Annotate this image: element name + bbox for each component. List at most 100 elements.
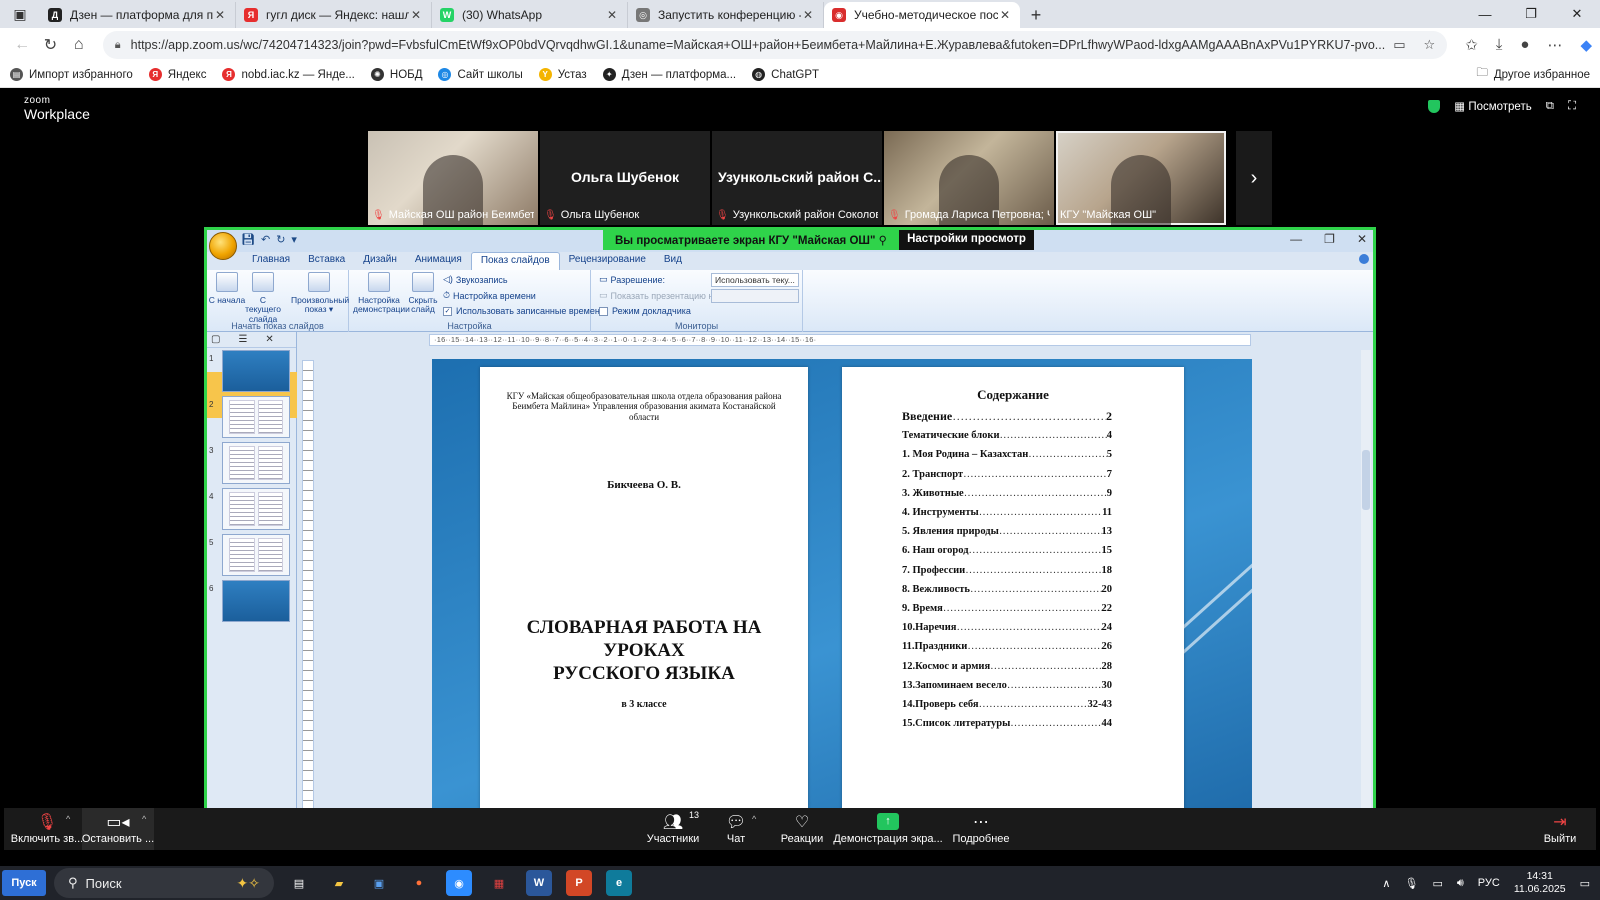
slide-thumbnail[interactable] xyxy=(222,396,290,438)
microphone-icon[interactable]: 🎙︎ xyxy=(1404,877,1418,890)
home-icon[interactable]: ⌂ xyxy=(65,31,93,59)
show-on-select[interactable] xyxy=(711,289,799,303)
new-tab-button[interactable]: + xyxy=(1020,2,1052,28)
help-icon[interactable] xyxy=(1359,254,1369,264)
ribbon-tab[interactable]: Рецензирование xyxy=(560,252,655,270)
save-icon[interactable]: 💾︎ xyxy=(241,233,255,246)
view-settings-button[interactable]: Настройки просмотр xyxy=(899,230,1034,250)
chat-button[interactable]: 💬︎ Чат xyxy=(716,808,756,850)
leave-button[interactable]: ⇥ Выйти xyxy=(1538,808,1582,850)
unmute-button[interactable]: 🎙︎ Включить зв... xyxy=(11,808,83,850)
network-icon[interactable]: ▭ xyxy=(1432,877,1442,890)
more-options-icon[interactable]: ⋯ xyxy=(1547,36,1562,54)
pp-close-icon[interactable]: ✕ xyxy=(1357,232,1367,246)
bookmark-item[interactable]: Яnobd.iac.kz — Янде... xyxy=(222,68,355,81)
copilot-icon[interactable]: ◆ xyxy=(1580,36,1592,54)
from-beginning-button[interactable]: С начала xyxy=(207,272,247,305)
tab-close-icon[interactable]: ✕ xyxy=(213,8,227,22)
powerpoint-icon[interactable]: P xyxy=(566,870,592,896)
file-explorer-icon[interactable]: ▰ xyxy=(326,870,352,896)
outline-tab-icon[interactable]: ☰ xyxy=(238,334,247,345)
notifications-icon[interactable]: ▭ xyxy=(1580,877,1590,890)
firefox-icon[interactable]: ● xyxy=(406,870,432,896)
custom-show-button[interactable]: Произвольный показ ▾ xyxy=(291,272,349,315)
hide-slide-button[interactable]: Скрыть слайд xyxy=(405,272,441,315)
setup-show-button[interactable]: Настройка демонстрации xyxy=(353,272,410,315)
start-button[interactable]: Пуск xyxy=(2,870,46,896)
screen-cast-icon[interactable]: ▭ xyxy=(1393,37,1405,53)
ribbon-tab[interactable]: Вид xyxy=(655,252,691,270)
bookmark-item[interactable]: ▤ Импорт избранного xyxy=(10,68,133,81)
video-options-caret-icon[interactable]: ^ xyxy=(142,814,146,824)
lock-icon[interactable]: 🔒︎ xyxy=(115,39,121,52)
bookmark-item[interactable]: Я Яндекс xyxy=(148,68,206,81)
back-icon[interactable]: ← xyxy=(8,31,36,59)
record-narration-button[interactable]: ◁) Звукозапись xyxy=(443,274,508,285)
view-button[interactable]: ▦ Посмотреть xyxy=(1454,99,1531,113)
slides-tab-icon[interactable]: ▢ xyxy=(211,334,220,345)
address-bar[interactable]: 🔒︎ https://app.zoom.us/wc/74204714323/jo… xyxy=(102,31,1448,59)
taskbar-search[interactable]: ⚲ Поиск ✦✧ xyxy=(54,868,274,898)
scrollbar-thumb[interactable] xyxy=(1362,450,1370,510)
store-icon[interactable]: ▣ xyxy=(366,870,392,896)
ribbon-tab[interactable]: Вставка xyxy=(299,252,354,270)
bookmark-item[interactable]: ◎ Сайт школы xyxy=(438,68,523,81)
share-screen-button[interactable]: ↑ Демонстрация экра... xyxy=(833,808,943,850)
participant-tile[interactable]: 🎙︎Майская ОШ район Беимбета ... xyxy=(368,131,538,225)
presenter-view-checkbox[interactable]: Режим докладчика xyxy=(599,306,691,316)
bookmark-item[interactable]: ◍ ChatGPT xyxy=(752,68,819,81)
word-icon[interactable]: W xyxy=(526,870,552,896)
vertical-scrollbar[interactable] xyxy=(1361,350,1371,846)
use-timings-checkbox[interactable]: ✓ Использовать записанные времена xyxy=(443,306,605,316)
language-indicator[interactable]: РУС xyxy=(1478,877,1500,889)
zoom-app-icon[interactable]: ◉ xyxy=(446,870,472,896)
encryption-shield-icon[interactable] xyxy=(1428,99,1441,113)
slide-thumbnail[interactable] xyxy=(222,442,290,484)
redo-icon[interactable]: ↻ xyxy=(276,233,285,246)
pp-restore-icon[interactable]: ❐ xyxy=(1324,232,1335,246)
slide-thumbnail[interactable] xyxy=(222,350,290,392)
favorites-icon[interactable]: ✩ xyxy=(1465,36,1478,54)
task-view-icon[interactable]: ▤ xyxy=(286,870,312,896)
reactions-button[interactable]: ♡ Реакции xyxy=(774,808,830,850)
gallery-next-icon[interactable]: › xyxy=(1236,131,1272,225)
mic-options-caret-icon[interactable]: ^ xyxy=(66,814,70,824)
slide-thumbnail[interactable] xyxy=(222,580,290,622)
pin-icon[interactable]: ⚲ xyxy=(879,235,887,247)
other-bookmarks[interactable]: 🗀 Другое избранное xyxy=(1476,65,1590,84)
undo-icon[interactable]: ↶ xyxy=(261,233,270,246)
tab-close-icon[interactable]: ✕ xyxy=(998,8,1012,22)
downloads-icon[interactable]: ⤓ xyxy=(1496,36,1503,54)
participant-tile[interactable]: КГУ "Майская ОШ" xyxy=(1056,131,1226,225)
rehearse-timings-button[interactable]: ⏱︎ Настройка времени xyxy=(443,290,536,301)
favorite-star-icon[interactable]: ☆ xyxy=(1424,37,1436,53)
edge-icon[interactable]: e xyxy=(606,870,632,896)
tray-chevron-icon[interactable]: ∧ xyxy=(1382,877,1390,890)
tab-actions-icon[interactable]: ▣ xyxy=(0,0,40,28)
pp-minimize-icon[interactable]: — xyxy=(1290,232,1302,246)
profile-avatar-icon[interactable]: ● xyxy=(1520,36,1529,54)
fullscreen-icon[interactable]: ⛶ xyxy=(1568,100,1576,113)
participant-tile[interactable]: 🎙︎Громада Лариса Петровна; Че... xyxy=(884,131,1054,225)
ribbon-tab[interactable]: Главная xyxy=(243,252,299,270)
url-text[interactable]: https://app.zoom.us/wc/74204714323/join?… xyxy=(131,38,1386,52)
browser-tab[interactable]: Ягугл диск — Яндекс: нашлось 83✕ xyxy=(236,2,432,28)
chat-options-caret-icon[interactable]: ^ xyxy=(752,814,756,824)
gallery-layout-icon[interactable]: ⧉ xyxy=(1546,100,1554,113)
tab-close-icon[interactable]: ✕ xyxy=(605,8,619,22)
resolution-select[interactable]: Использовать теку... xyxy=(711,273,799,287)
bookmark-item[interactable]: ✦ Дзен — платформа... xyxy=(602,68,736,81)
clock[interactable]: 14:31 11.06.2025 xyxy=(1514,870,1566,895)
slide-canvas[interactable]: КГУ «Майская общеобразовательная школа о… xyxy=(432,359,1252,846)
browser-tab[interactable]: Д Дзен — платформа для просм✕ xyxy=(40,2,236,28)
tab-close-icon[interactable]: ✕ xyxy=(801,8,815,22)
reload-icon[interactable]: ↻ xyxy=(36,31,64,59)
browser-tab[interactable]: W (30) WhatsApp ✕ xyxy=(432,2,628,28)
bookmark-item[interactable]: Y Устаз xyxy=(538,68,587,81)
browser-tab[interactable]: ◎ Запустить конференцию - Zoom✕ xyxy=(628,2,824,28)
minimize-icon[interactable]: — xyxy=(1462,0,1508,28)
from-current-slide-button[interactable]: С текущего слайда xyxy=(243,272,283,324)
ribbon-tab[interactable]: Дизайн xyxy=(354,252,406,270)
ribbon-tab[interactable]: Показ слайдов xyxy=(470,252,560,270)
volume-icon[interactable]: 🔊︎ xyxy=(1457,877,1464,890)
